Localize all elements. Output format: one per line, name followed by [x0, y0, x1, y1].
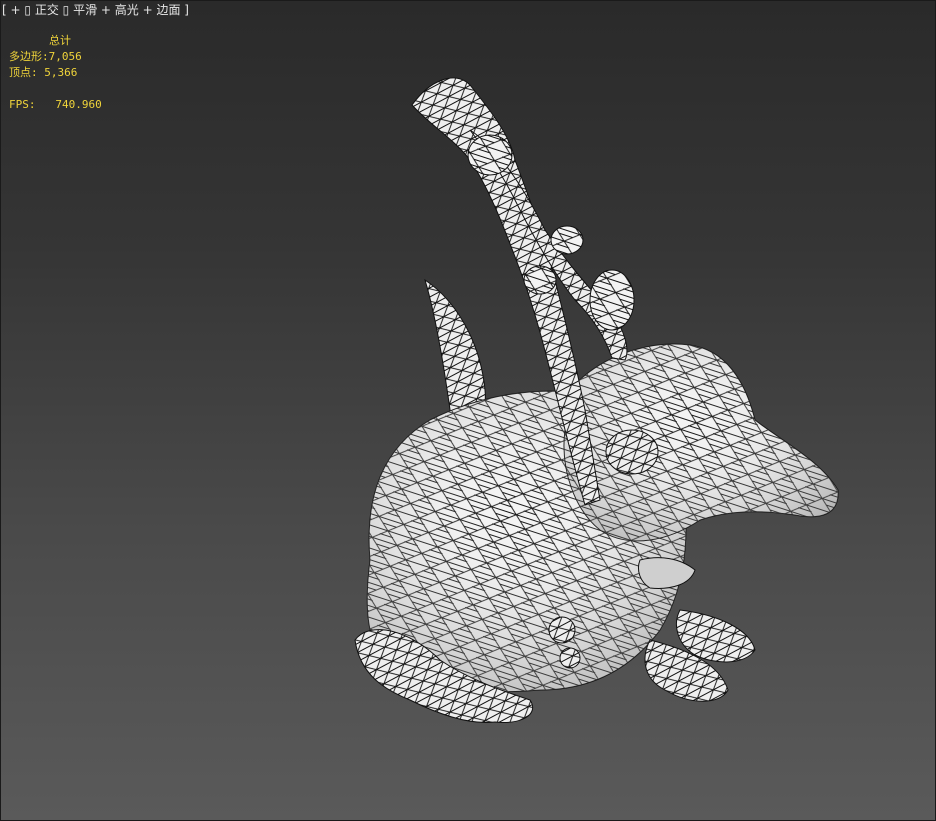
wireframe-model[interactable]: [0, 0, 936, 821]
stats-polygons: 多边形:7,056: [9, 49, 102, 65]
staff-joint-3: [523, 265, 557, 295]
creature-eye: [605, 429, 659, 475]
fps-value: 740.960: [55, 98, 102, 111]
viewport-shading-menu[interactable]: ▯ 平滑 + 高光 + 边面: [63, 3, 181, 17]
polygons-label: 多边形:: [9, 50, 49, 63]
viewport-point-of-view-menu[interactable]: ▯ 正交: [24, 3, 58, 17]
viewport-general-menu[interactable]: +: [11, 3, 21, 17]
view-label: 正交: [34, 3, 59, 17]
staff-joint-1: [467, 134, 513, 176]
ornament-disc-1: [548, 616, 576, 644]
label-open-bracket: [: [2, 3, 7, 17]
stats-vertices: 顶点: 5,366: [9, 65, 102, 81]
staff-joint-2: [550, 225, 584, 255]
stats-title: 总计: [49, 34, 71, 47]
fps-label: FPS:: [9, 98, 36, 111]
polygons-value: 7,056: [48, 50, 82, 63]
shading-label: 平滑 + 高光 + 边面: [73, 3, 181, 17]
staff-joint-4: [589, 269, 635, 331]
stats-fps: FPS: 740.960: [9, 97, 102, 113]
viewport-label: [ + ▯ 正交 ▯ 平滑 + 高光 + 边面 ]: [2, 2, 189, 18]
perspective-viewport[interactable]: [ + ▯ 正交 ▯ 平滑 + 高光 + 边面 ] 总计 多边形:7,056 顶…: [0, 0, 936, 821]
label-close-bracket: ]: [184, 3, 189, 17]
vertices-value: 5,366: [44, 66, 78, 79]
vertices-label: 顶点:: [9, 66, 38, 79]
ornament-disc-2: [559, 647, 581, 669]
statistics-overlay: 总计 多边形:7,056 顶点: 5,366 FPS: 740.960: [9, 33, 102, 113]
creature-collar: [637, 557, 696, 589]
